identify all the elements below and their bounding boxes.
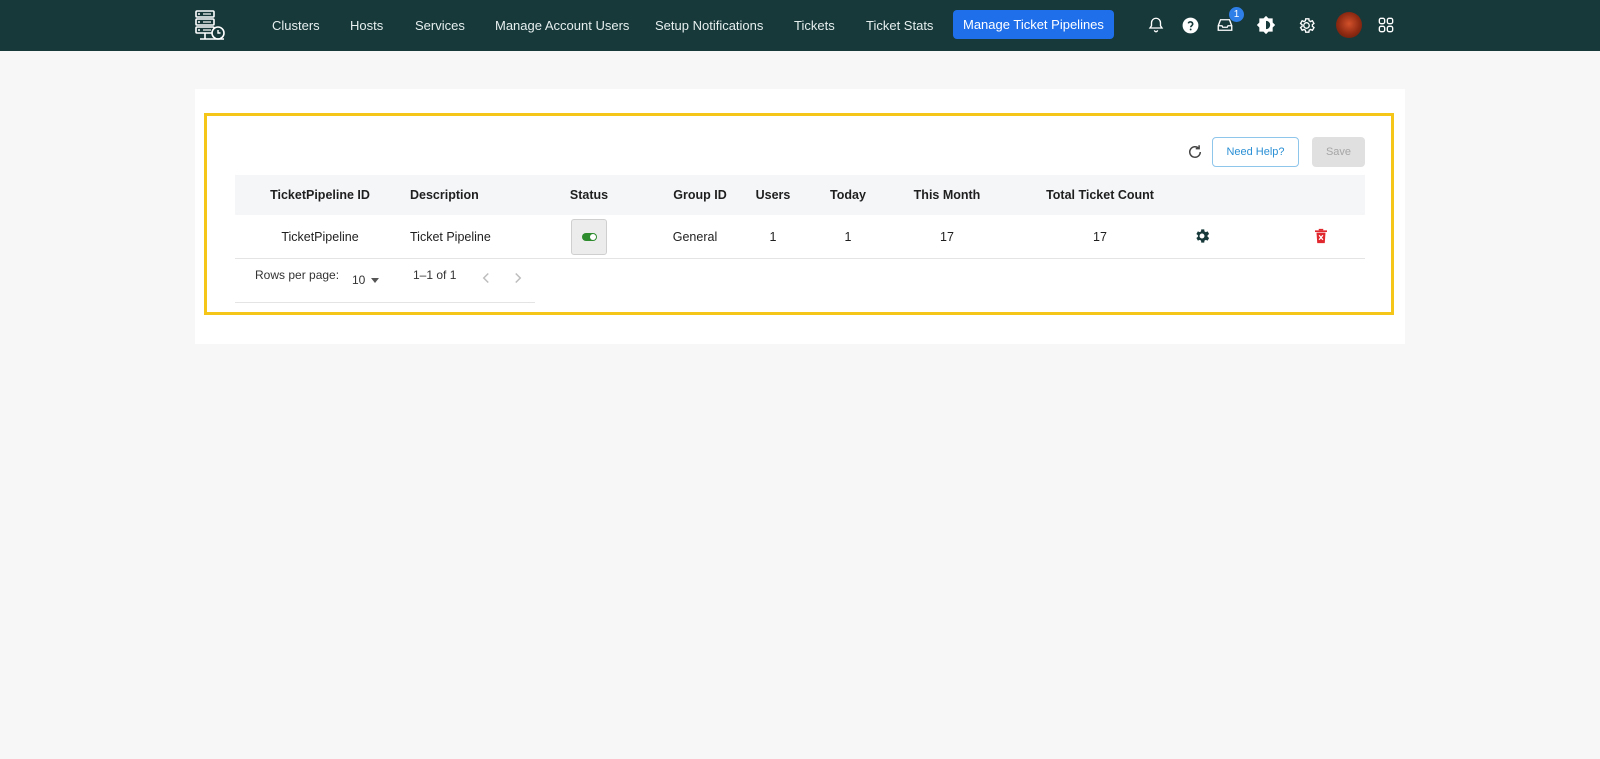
need-help-button[interactable]: Need Help? (1212, 137, 1299, 167)
toggle-on-icon (581, 233, 597, 241)
apps-grid-icon[interactable] (1375, 14, 1397, 36)
cell-this-month: 17 (940, 230, 954, 244)
col-ticketpipeline-id[interactable]: TicketPipeline ID (260, 175, 380, 215)
table-header: TicketPipeline ID Description Status Gro… (235, 175, 1365, 215)
nav-tickets[interactable]: Tickets (794, 0, 835, 51)
cell-description: Ticket Pipeline (410, 230, 491, 244)
save-button[interactable]: Save (1312, 137, 1365, 167)
theme-toggle-icon[interactable] (1255, 14, 1277, 36)
nav-ticket-stats[interactable]: Ticket Stats (866, 0, 933, 51)
next-page-chevron-right-icon[interactable] (509, 269, 527, 287)
nav-clusters[interactable]: Clusters (272, 0, 320, 51)
cell-group-id: General (672, 230, 718, 244)
nav-setup-notifications[interactable]: Setup Notifications (655, 0, 763, 51)
cell-total-ticket-count: 17 (1093, 230, 1107, 244)
avatar[interactable] (1336, 12, 1362, 38)
nav-services[interactable]: Services (415, 0, 465, 51)
cell-users: 1 (769, 230, 777, 244)
help-icon[interactable] (1179, 14, 1201, 36)
col-status[interactable]: Status (549, 175, 629, 215)
col-today[interactable]: Today (818, 175, 878, 215)
rows-per-page-value: 10 (352, 273, 366, 287)
app-logo-icon[interactable] (194, 8, 230, 42)
nav-manage-account-users[interactable]: Manage Account Users (495, 0, 629, 51)
col-group-id[interactable]: Group ID (660, 175, 740, 215)
pagination-range: 1–1 of 1 (413, 268, 457, 282)
top-navbar: Clusters Hosts Services Manage Account U… (0, 0, 1600, 51)
chevron-down-icon (371, 278, 380, 284)
col-total-ticket-count[interactable]: Total Ticket Count (1030, 175, 1170, 215)
nav-manage-ticket-pipelines[interactable]: Manage Ticket Pipelines (953, 10, 1114, 39)
col-this-month[interactable]: This Month (897, 175, 997, 215)
nav-hosts[interactable]: Hosts (350, 0, 383, 51)
cell-pipeline-id: TicketPipeline (281, 230, 359, 244)
table-row[interactable]: TicketPipeline Ticket Pipeline General 1… (235, 215, 1365, 259)
gear-icon[interactable] (1295, 14, 1317, 36)
col-description[interactable]: Description (410, 175, 500, 215)
pagination: Rows per page: 10 1–1 of 1 (235, 262, 535, 303)
refresh-icon[interactable] (1186, 143, 1204, 161)
col-users[interactable]: Users (743, 175, 803, 215)
settings-gear-icon[interactable] (1193, 227, 1213, 247)
bell-icon[interactable] (1145, 14, 1167, 36)
delete-icon[interactable] (1312, 227, 1332, 247)
cell-today: 1 (844, 230, 852, 244)
rows-per-page-select[interactable]: 10 (352, 267, 380, 293)
rows-per-page-label: Rows per page: (255, 268, 340, 282)
prev-page-chevron-left-icon[interactable] (477, 269, 495, 287)
inbox-badge: 1 (1229, 7, 1244, 22)
status-toggle[interactable] (571, 219, 607, 255)
